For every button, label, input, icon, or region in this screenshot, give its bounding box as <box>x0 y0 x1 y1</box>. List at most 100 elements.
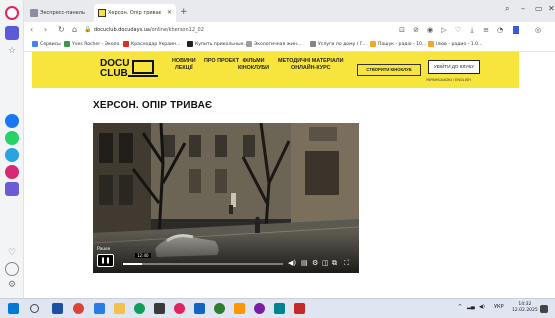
bookmark-item[interactable]: Ілюв - радио - 1.0... <box>428 40 482 50</box>
speed-dial-icon[interactable] <box>5 26 19 40</box>
system-clock[interactable]: 14:32 12.02.2025 <box>512 302 538 314</box>
account-badge-icon[interactable] <box>513 26 519 34</box>
bookmark-item[interactable]: Купить прикольные... <box>187 40 248 50</box>
menu-online-course[interactable]: ОНЛАЙН-КУРС <box>278 65 343 72</box>
telegram-icon[interactable] <box>5 148 19 162</box>
opera-logo-icon[interactable] <box>5 6 19 20</box>
menu-news[interactable]: НОВИНИ <box>172 58 196 65</box>
menu-about[interactable]: ПРО ПРОЕКТ <box>204 58 239 65</box>
settings-gear-icon[interactable]: ⚙ <box>5 278 19 292</box>
fullscreen-icon[interactable]: ⛶ <box>344 259 349 267</box>
site-header: DOCU CLUB НОВИНИ ЛЕКЦІЇ ПРО ПРОЕКТ ФІЛЬМ… <box>24 52 555 88</box>
keyboard-language[interactable]: УКР <box>494 304 504 310</box>
volume-tray-icon[interactable]: ◀) <box>479 304 485 310</box>
tab-label: Херсон. Опір триває <box>108 10 162 16</box>
app-icon[interactable] <box>214 303 225 314</box>
bookmark-item[interactable]: Сервисы <box>32 40 61 50</box>
progress-fill <box>123 263 143 265</box>
menu-clubs[interactable]: КІНОКЛУБИ <box>238 65 269 72</box>
back-icon[interactable]: ‹ <box>30 24 33 36</box>
menu-news-lectures[interactable]: НОВИНИ ЛЕКЦІЇ <box>172 58 196 72</box>
tray-expand-icon[interactable]: ^ <box>458 304 462 310</box>
close-tab-icon[interactable]: ✕ <box>167 4 172 22</box>
menu-lectures[interactable]: ЛЕКЦІЇ <box>172 65 196 72</box>
logo-base <box>128 75 158 77</box>
create-club-button[interactable]: СТВОРИТИ КІНОКЛУБ <box>357 64 421 76</box>
volume-icon[interactable]: ◀) <box>288 259 296 267</box>
adblock-icon[interactable]: ⊘ <box>412 26 420 34</box>
ai-assistant-icon[interactable]: ◎ <box>530 26 546 34</box>
app-icon[interactable] <box>234 303 245 314</box>
language-switcher[interactable]: УКРАЇНСЬКОЮ / ENGLISH <box>426 78 471 82</box>
close-window-icon[interactable]: ✕ <box>548 4 555 13</box>
tab-label: Экспресс-панель <box>40 10 85 16</box>
notifications-icon[interactable] <box>540 305 548 313</box>
store-icon <box>187 40 193 47</box>
file-explorer-icon[interactable] <box>114 303 125 314</box>
easy-setup-icon[interactable]: ≡ <box>482 26 490 34</box>
time-tooltip: 12:40 <box>135 253 151 258</box>
pause-button[interactable]: ❚❚ <box>97 254 114 267</box>
camera-icon[interactable]: ◉ <box>426 26 434 34</box>
docuclub-logo[interactable]: DOCU CLUB <box>100 59 129 79</box>
profile-icon[interactable]: ◔ <box>496 26 504 34</box>
menu-materials[interactable]: МЕТОДИЧНІ МАТЕРІАЛИ <box>278 58 343 65</box>
app-icon[interactable] <box>294 303 305 314</box>
download-icon[interactable]: ⤓ <box>468 26 476 34</box>
windows-start-icon[interactable] <box>8 303 19 314</box>
heart-icon[interactable]: ♡ <box>5 246 19 260</box>
app-icon[interactable] <box>254 303 265 314</box>
docuclub-favicon-icon <box>98 9 106 17</box>
bookmarks-bar: Сервисы Yves Rocher - Эколо... Краснодар… <box>24 38 555 52</box>
search-icon[interactable] <box>30 304 39 313</box>
app-icon[interactable] <box>274 303 285 314</box>
settings-icon[interactable]: ⚙ <box>312 259 318 267</box>
whatsapp-icon[interactable] <box>5 131 19 145</box>
chrome-icon[interactable] <box>73 303 84 314</box>
url-host: docuclub.docudays.ua <box>94 27 150 33</box>
task-view-icon[interactable] <box>52 303 63 314</box>
address-input[interactable]: docuclub.docudays.ua/online/kherson12_02 <box>94 24 204 36</box>
bookmark-item[interactable]: Экологичная жин... <box>246 40 301 50</box>
maximize-icon[interactable]: ▭ <box>535 4 543 13</box>
menu-films[interactable]: ФІЛЬМИ <box>238 58 269 65</box>
video-player[interactable]: Pause ❚❚ 12:40 ◀) ▤ ⚙ ◫ ⧉ ⛶ <box>93 123 359 273</box>
new-tab-button[interactable]: + <box>180 6 188 18</box>
minimize-icon[interactable]: – <box>521 4 525 13</box>
edge-icon[interactable] <box>134 303 145 314</box>
menu-materials-course[interactable]: МЕТОДИЧНІ МАТЕРІАЛИ ОНЛАЙН-КУРС <box>278 58 343 72</box>
bookmark-item[interactable]: Yves Rocher - Эколо... <box>64 40 124 50</box>
history-icon[interactable] <box>5 262 19 276</box>
menu-films-clubs[interactable]: ФІЛЬМИ КІНОКЛУБИ <box>238 58 269 72</box>
instagram-icon[interactable] <box>5 165 19 179</box>
forward-icon[interactable]: › <box>44 24 47 36</box>
join-club-button[interactable]: УВІЙТИ ДО КЛУБУ <box>428 60 480 74</box>
player-icon[interactable]: ▷ <box>440 26 448 34</box>
miniplayer-icon[interactable]: ◫ <box>322 259 329 267</box>
bookmark-item[interactable]: Краснодар Украин... <box>123 40 180 50</box>
url-path: /online/kherson12_02 <box>150 27 204 33</box>
bookmark-item[interactable]: Пошук - радіо - 10... <box>370 40 426 50</box>
bookmark-item[interactable]: Услуги по дому / Г... <box>310 40 367 50</box>
speed-dial-tab-icon <box>30 9 38 17</box>
heart-outline-icon[interactable]: ♡ <box>454 26 462 34</box>
cast-icon[interactable]: ⧉ <box>332 259 337 267</box>
messenger-icon[interactable] <box>5 114 19 128</box>
reload-icon[interactable]: ↻ <box>58 24 65 36</box>
calculator-icon[interactable] <box>154 303 165 314</box>
progress-bar[interactable] <box>123 263 283 265</box>
tab-kherson[interactable]: Херсон. Опір триває ✕ <box>94 4 176 22</box>
snapshot-icon[interactable]: ⊡ <box>398 26 406 34</box>
opera-taskbar-icon[interactable] <box>174 303 185 314</box>
radio-star-icon <box>428 40 434 47</box>
browser-sidebar: ☆ ♡ ⚙ <box>0 0 24 298</box>
mail-icon[interactable] <box>194 303 205 314</box>
subtitles-icon[interactable]: ▤ <box>301 259 308 267</box>
home-icon[interactable]: ⌂ <box>72 24 77 36</box>
player-app-icon[interactable] <box>5 182 19 196</box>
tab-speed-dial[interactable]: Экспресс-панель <box>26 4 92 22</box>
network-icon[interactable]: ▂▄ <box>467 304 475 310</box>
search-tabs-icon[interactable]: ⌕ <box>505 4 509 14</box>
photos-icon[interactable] <box>94 303 105 314</box>
bookmarks-star-icon[interactable]: ☆ <box>5 44 19 58</box>
